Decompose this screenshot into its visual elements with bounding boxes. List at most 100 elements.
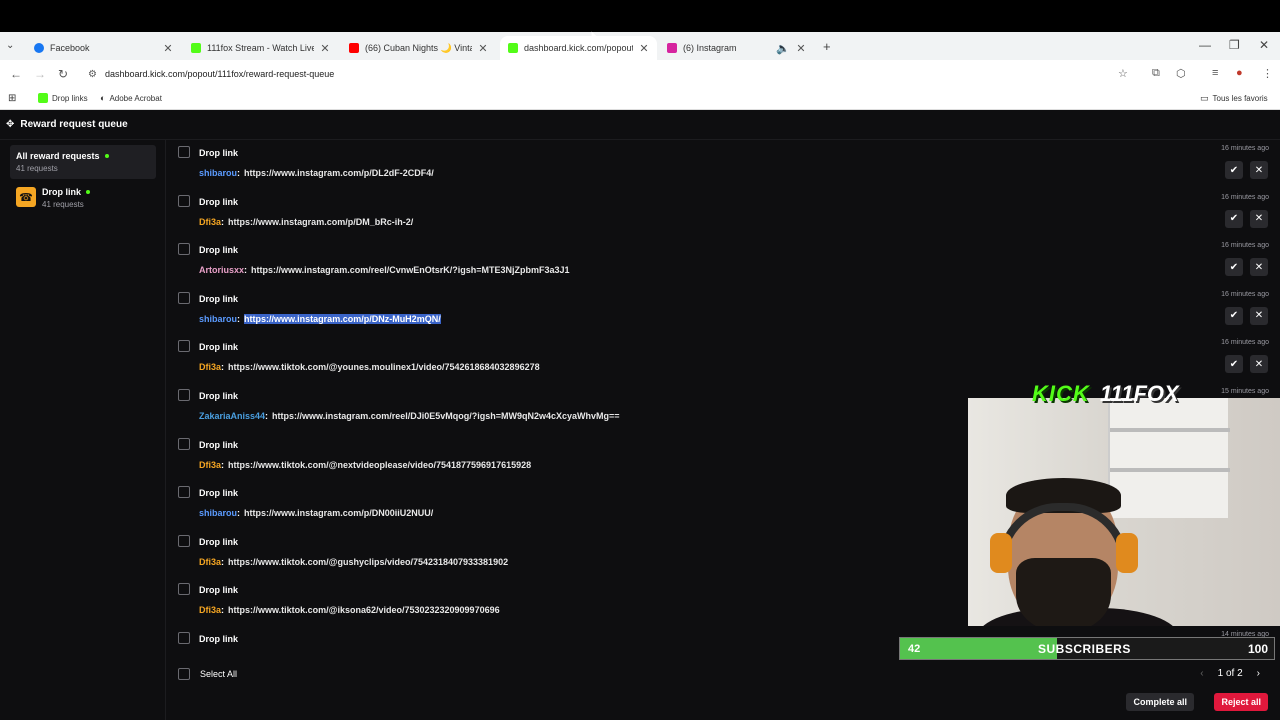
request-link[interactable]: https://www.instagram.com/p/DNz-MuH2mQN/ — [244, 313, 441, 324]
request-link[interactable]: https://www.instagram.com/p/DM_bRc-ih-2/ — [228, 217, 413, 227]
request-row: Drop link shibarou: https://www.instagram.… — [166, 286, 1280, 335]
browser-toolbar: ← → ↻ ⚙ dashboard.kick.com/popout/111fox… — [0, 60, 1280, 88]
row-checkbox[interactable] — [178, 340, 190, 353]
reject-all-button[interactable]: Reject all — [1214, 693, 1268, 711]
request-link[interactable]: https://www.instagram.com/reel/DJi0E5vMq… — [272, 411, 620, 421]
reward-title: Drop link — [199, 536, 239, 547]
site-info-icon[interactable]: ⚙ — [88, 69, 97, 80]
tab-instagram[interactable]: (6) Instagram 🔈 ✕ — [659, 36, 814, 60]
accept-button[interactable]: ✔ — [1225, 355, 1243, 374]
speaker-icon[interactable]: 🔈 — [776, 42, 790, 55]
tab-title: 111fox Stream - Watch Live on — [207, 43, 314, 53]
youtube-icon — [349, 43, 359, 53]
select-all[interactable]: Select All — [178, 668, 237, 680]
reject-button[interactable]: ✕ — [1250, 209, 1268, 228]
accept-button[interactable]: ✔ — [1225, 209, 1243, 228]
profile-icon[interactable]: ● — [1236, 67, 1243, 79]
request-username[interactable]: Dfi3a — [199, 557, 221, 567]
row-checkbox[interactable] — [178, 632, 190, 644]
request-username[interactable]: Artoriusxx — [199, 265, 244, 275]
row-checkbox[interactable] — [178, 194, 190, 207]
tab-search-icon[interactable]: ⌄ — [6, 40, 14, 51]
request-content: Dfi3a: https://www.tiktok.com/@iksona62/v… — [199, 605, 500, 615]
row-checkbox[interactable] — [178, 583, 190, 596]
reject-button[interactable]: ✕ — [1250, 306, 1268, 325]
request-link[interactable]: https://www.instagram.com/p/DL2dF-2CDF4/ — [244, 168, 434, 178]
maximize-icon[interactable]: ❐ — [1229, 38, 1240, 52]
menu-icon[interactable]: ⋮ — [1262, 67, 1273, 80]
row-checkbox[interactable] — [178, 389, 190, 401]
bookmark-drop-links[interactable]: Drop links — [38, 93, 88, 103]
request-username[interactable]: Dfi3a — [199, 460, 221, 470]
apps-icon[interactable]: ⊞ — [8, 93, 16, 104]
request-username[interactable]: Dfi3a — [199, 217, 221, 227]
close-icon[interactable]: ✕ — [163, 42, 173, 55]
star-icon[interactable]: ☆ — [1118, 67, 1128, 80]
all-favorites[interactable]: ▭ Tous les favoris — [1200, 93, 1268, 104]
row-checkbox[interactable] — [178, 437, 190, 450]
prev-page-icon[interactable]: ‹ — [1200, 668, 1203, 679]
instagram-icon — [667, 43, 677, 53]
request-username[interactable]: shibarou — [199, 168, 237, 178]
address-bar[interactable]: ⚙ dashboard.kick.com/popout/111fox/rewar… — [80, 64, 1140, 84]
select-all-checkbox[interactable] — [178, 668, 190, 680]
reload-icon[interactable]: ↻ — [58, 67, 68, 81]
close-icon[interactable]: ✕ — [639, 42, 649, 55]
os-top-bar — [0, 0, 1280, 32]
request-link[interactable]: https://www.tiktok.com/@younes.moulinex1… — [228, 362, 540, 372]
accept-button[interactable]: ✔ — [1225, 306, 1243, 325]
url-text: dashboard.kick.com/popout/111fox/reward-… — [104, 69, 335, 79]
reject-button[interactable]: ✕ — [1250, 161, 1268, 179]
tab-youtube[interactable]: (66) Cuban Nights 🌙 Vintage ✕ — [341, 36, 496, 60]
close-icon[interactable]: ✕ — [320, 42, 330, 55]
tab-title: (6) Instagram — [683, 43, 737, 53]
check-icon: ✔ — [1229, 358, 1239, 370]
next-page-icon[interactable]: › — [1257, 668, 1260, 679]
request-link[interactable]: https://www.tiktok.com/@gushyclips/video… — [228, 557, 508, 567]
sidebar-item-count: 41 requests — [16, 164, 58, 173]
puzzle-icon[interactable]: ⬡ — [1176, 67, 1186, 80]
bookmark-adobe-acrobat[interactable]: ◐ Adobe Acrobat — [100, 93, 162, 103]
close-icon[interactable]: ✕ — [796, 42, 806, 55]
complete-all-button[interactable]: Complete all — [1126, 693, 1194, 711]
request-username[interactable]: Dfi3a — [199, 605, 221, 615]
page-title: Reward request queue — [20, 119, 128, 130]
reject-button[interactable]: ✕ — [1250, 355, 1268, 374]
accept-button[interactable]: ✔ — [1225, 258, 1243, 277]
reward-title: Drop link — [199, 148, 239, 158]
request-link[interactable]: https://www.tiktok.com/@iksona62/video/7… — [228, 605, 500, 615]
extension-icon[interactable]: ⧉ — [1152, 67, 1160, 80]
row-checkbox[interactable] — [178, 291, 190, 304]
pagination: ‹ 1 of 2 › — [1200, 668, 1260, 679]
minimize-icon[interactable]: — — [1199, 38, 1211, 52]
request-username[interactable]: ZakariaAniss44 — [199, 411, 265, 421]
tab-facebook[interactable]: Facebook ✕ — [26, 36, 181, 60]
back-icon[interactable]: ← — [10, 67, 22, 81]
window-close-icon[interactable]: ✕ — [1259, 38, 1269, 52]
row-checkbox[interactable] — [178, 534, 190, 547]
accept-button[interactable]: ✔ — [1225, 161, 1243, 179]
new-tab-icon[interactable]: + — [823, 39, 831, 54]
media-icon[interactable]: ≡ — [1212, 67, 1218, 79]
request-row: Drop link shibarou: https://www.instagram.… — [166, 140, 1280, 189]
reject-button[interactable]: ✕ — [1250, 258, 1268, 277]
tab-111fox-stream[interactable]: 111fox Stream - Watch Live on ✕ — [183, 36, 338, 60]
row-checkbox[interactable] — [178, 243, 190, 256]
request-username[interactable]: shibarou — [199, 508, 237, 518]
reward-title: Drop link — [199, 585, 239, 596]
request-link[interactable]: https://www.instagram.com/reel/CvnwEnOts… — [251, 265, 569, 275]
request-link[interactable]: https://www.tiktok.com/@nextvideoplease/… — [228, 460, 531, 470]
subscriber-count: 42 — [908, 643, 921, 655]
forward-icon[interactable]: → — [34, 67, 46, 81]
close-icon[interactable]: ✕ — [478, 42, 488, 55]
request-username[interactable]: shibarou — [199, 314, 237, 324]
sidebar-item-all-requests[interactable]: All reward requests 41 requests — [10, 145, 156, 179]
row-checkbox[interactable] — [178, 486, 190, 499]
row-checkbox[interactable] — [178, 146, 190, 158]
request-username[interactable]: Dfi3a — [199, 362, 221, 372]
check-icon: ✔ — [1229, 213, 1239, 225]
request-content: Dfi3a: https://www.instagram.com/p/DM_bRc… — [199, 217, 413, 227]
sidebar-item-drop-link[interactable]: ☎ Drop link 41 requests — [10, 181, 156, 215]
tab-dashboard[interactable]: dashboard.kick.com/popout/11 ✕ — [500, 36, 657, 60]
request-link[interactable]: https://www.instagram.com/p/DN00iiU2NUU/ — [244, 508, 433, 518]
